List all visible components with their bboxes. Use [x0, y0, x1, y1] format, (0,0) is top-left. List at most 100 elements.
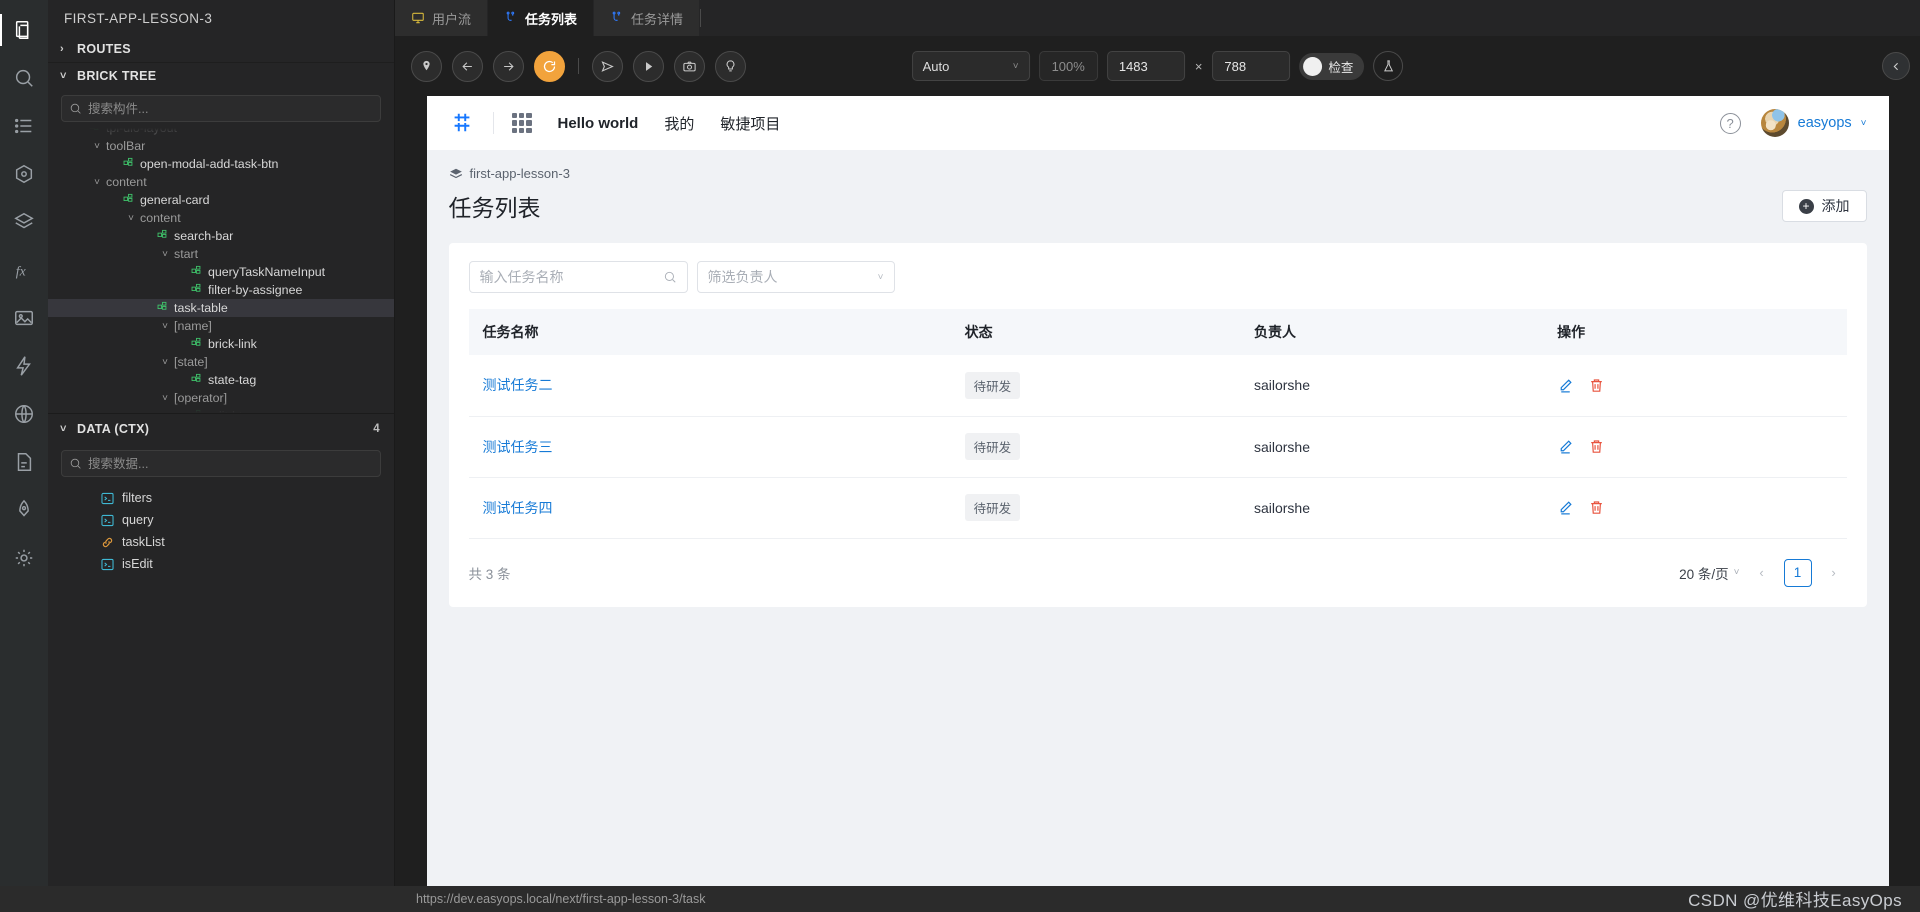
next-page-button[interactable]: ›: [1821, 560, 1847, 586]
tree-node-state-tag[interactable]: state-tag: [48, 371, 394, 389]
tab-0[interactable]: 用户流: [395, 0, 489, 36]
page-number-1[interactable]: 1: [1783, 558, 1812, 587]
run-button[interactable]: [633, 50, 664, 82]
device-select[interactable]: Auto ˅: [911, 51, 1030, 81]
rail-gear-icon[interactable]: [0, 534, 48, 582]
rail-rocket-icon[interactable]: [0, 486, 48, 534]
rail-image-icon[interactable]: [0, 294, 48, 342]
chevron-down-icon[interactable]: ˅: [124, 213, 138, 224]
tree-node-[operator][interactable]: ˅ [operator]: [48, 389, 394, 407]
tree-node-start[interactable]: ˅ start: [48, 245, 394, 263]
nav-link-hello-world[interactable]: Hello world: [558, 115, 639, 132]
nav-link-mine[interactable]: 我的: [664, 113, 694, 134]
add-task-button[interactable]: + 添加: [1781, 190, 1867, 222]
tree-node-content[interactable]: ˅ content: [48, 173, 394, 191]
rail-lightning-icon[interactable]: [0, 342, 48, 390]
breadcrumb[interactable]: first-app-lesson-3: [449, 166, 1867, 181]
rail-document-icon[interactable]: [0, 438, 48, 486]
forward-button[interactable]: [493, 50, 524, 82]
back-button[interactable]: [452, 50, 483, 82]
routes-section-header[interactable]: › ROUTES: [48, 36, 394, 62]
screenshot-button[interactable]: [674, 50, 705, 82]
chevron-down-icon[interactable]: ˅: [90, 141, 104, 152]
brick-tree[interactable]: tpl-dio-layout ˅ toolBar open-modal-add-tas…: [48, 128, 394, 413]
edit-task-button[interactable]: [1557, 499, 1574, 516]
tree-node-search-bar[interactable]: search-bar: [48, 227, 394, 245]
viewport-width-input[interactable]: 1483: [1106, 51, 1185, 81]
tree-node-content[interactable]: ˅ content: [48, 209, 394, 227]
collapse-panel-button[interactable]: [1882, 52, 1910, 80]
viewport-height-input[interactable]: 788: [1212, 51, 1291, 81]
data-ctx-count: 4: [373, 422, 380, 435]
delete-task-button[interactable]: [1588, 377, 1605, 394]
tab-2[interactable]: 任务详情: [594, 0, 701, 36]
data-ctx-item-filters[interactable]: filters: [48, 487, 394, 509]
task-name-link[interactable]: 测试任务四: [483, 500, 553, 516]
task-table: 任务名称 状态 负责人 操作 测试任务二 待研发 sailorshe 测试任务三 待研发…: [468, 309, 1847, 539]
tree-node-edit-btn[interactable]: edit-btn: [48, 407, 394, 413]
chevron-down-icon[interactable]: ˅: [158, 357, 172, 368]
tree-node-tpl-dio-layout[interactable]: tpl-dio-layout: [48, 128, 394, 137]
inspect-toggle[interactable]: 检查: [1299, 52, 1365, 80]
chevron-down-icon[interactable]: ˅: [90, 177, 104, 188]
app-logo-icon[interactable]: [449, 110, 475, 136]
tree-node-task-table[interactable]: task-table: [48, 299, 394, 317]
task-name-link[interactable]: 测试任务二: [483, 377, 553, 393]
rail-search-icon[interactable]: [0, 54, 48, 102]
edit-task-button[interactable]: [1557, 377, 1574, 394]
tab-1[interactable]: 任务列表: [488, 0, 595, 36]
zoom-level[interactable]: 100%: [1038, 51, 1098, 81]
prev-page-button[interactable]: ‹: [1749, 560, 1775, 586]
brick-tree-section-header[interactable]: ˅ BRICK TREE: [48, 62, 394, 88]
data-ctx-item-isEdit[interactable]: isEdit: [48, 553, 394, 575]
tree-node-queryTaskNameInput[interactable]: queryTaskNameInput: [48, 263, 394, 281]
help-icon[interactable]: ?: [1719, 112, 1741, 134]
tree-node-[name][interactable]: ˅ [name]: [48, 317, 394, 335]
tree-node-brick-link[interactable]: brick-link: [48, 335, 394, 353]
send-button[interactable]: [592, 50, 623, 82]
experiment-button[interactable]: [1373, 51, 1404, 81]
column-header-operations[interactable]: 操作: [1557, 309, 1847, 355]
brick-search-input[interactable]: [88, 101, 380, 116]
edit-task-button[interactable]: [1557, 438, 1574, 455]
page-size-select[interactable]: 20 条/页 ˅: [1679, 563, 1739, 583]
chevron-down-icon[interactable]: ˅: [158, 393, 172, 404]
data-ctx-item-query[interactable]: query: [48, 509, 394, 531]
nav-link-agile-project[interactable]: 敏捷项目: [720, 113, 780, 134]
task-name-link[interactable]: 测试任务三: [483, 439, 553, 455]
chevron-down-icon[interactable]: ˅: [158, 321, 172, 332]
data-ctx-item-taskList[interactable]: taskList: [48, 531, 394, 553]
rail-files-icon[interactable]: [0, 6, 48, 54]
rail-fx-icon[interactable]: fx: [0, 246, 48, 294]
chevron-down-icon[interactable]: ˅: [158, 249, 172, 260]
tree-node-filter-by-assignee[interactable]: filter-by-assignee: [48, 281, 394, 299]
task-table-head: 任务名称 状态 负责人 操作: [468, 309, 1847, 355]
brick-search-box[interactable]: [61, 95, 381, 122]
column-header-name[interactable]: 任务名称: [468, 309, 965, 355]
column-header-owner[interactable]: 负责人: [1253, 309, 1558, 355]
tab-label: 任务详情: [631, 11, 684, 27]
tree-node-toolBar[interactable]: ˅ toolBar: [48, 137, 394, 155]
delete-task-button[interactable]: [1588, 438, 1605, 455]
rail-list-icon[interactable]: [0, 102, 48, 150]
data-ctx-section-header[interactable]: ˅ DATA (CTX) 4: [48, 413, 394, 443]
hint-button[interactable]: [715, 50, 746, 82]
tree-node-open-modal-add-task-btn[interactable]: open-modal-add-task-btn: [48, 155, 394, 173]
delete-task-button[interactable]: [1588, 499, 1605, 516]
tree-node-general-card[interactable]: general-card: [48, 191, 394, 209]
column-header-state[interactable]: 状态: [964, 309, 1254, 355]
data-search-box[interactable]: [61, 450, 381, 477]
terminal-icon: [101, 558, 114, 571]
rail-layers-icon[interactable]: [0, 198, 48, 246]
tree-node-[state][interactable]: ˅ [state]: [48, 353, 394, 371]
task-name-search-input[interactable]: 输入任务名称: [468, 261, 688, 293]
app-launcher-icon[interactable]: [511, 113, 532, 133]
user-menu[interactable]: easyops ˅: [1760, 109, 1867, 137]
location-button[interactable]: [411, 50, 442, 82]
cell-task-name: 测试任务四: [468, 477, 965, 539]
assignee-filter-select[interactable]: 筛选负责人 ˅: [696, 261, 895, 293]
reload-button[interactable]: [534, 50, 565, 82]
data-search-input[interactable]: [88, 456, 380, 471]
rail-globe-icon[interactable]: [0, 390, 48, 438]
rail-brick-icon[interactable]: [0, 150, 48, 198]
